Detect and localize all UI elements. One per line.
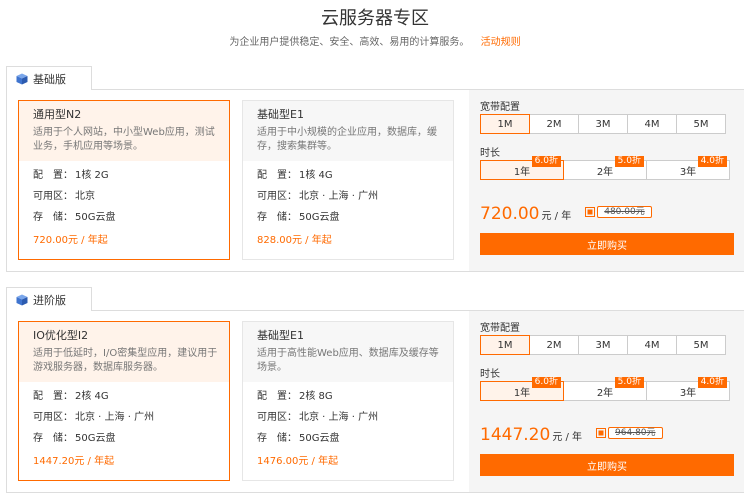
discount-badge: 4.0折 <box>697 377 727 388</box>
spec-row-zone: 可用区： 北京 · 上海 · 广州 <box>257 412 379 423</box>
bandwidth-options: 1M 2M 3M 4M 5M <box>480 114 726 134</box>
rules-link[interactable]: 活动规则 <box>481 37 521 48</box>
bandwidth-option-4m[interactable]: 4M <box>627 335 677 355</box>
card-desc: 适用于中小规模的企业应用，数据库，缓存，搜索集群等。 <box>257 127 437 152</box>
tab-label: 进阶版 <box>33 294 66 307</box>
section-body: IO优化型I2 适用于低延时，I/O密集型应用，建议用于游戏服务器，数据库服务器… <box>6 311 744 493</box>
config-panel: 宽带配置 1M 2M 3M 4M 5M 时长 1年 6.0折 2年 5.0折 3… <box>469 90 744 271</box>
duration-options: 1年 6.0折 2年 5.0折 3年 4.0折 <box>480 156 730 180</box>
price-tag-icon <box>585 207 596 217</box>
page-subtitle-row: 为企业用户提供稳定、安全、高效、易用的计算服务。 活动规则 <box>0 36 750 50</box>
bandwidth-option-2m[interactable]: 2M <box>529 335 579 355</box>
duration-label: 时长 <box>480 369 500 380</box>
card-desc: 适用于个人网站，中小型Web应用，测试业务，手机应用等场景。 <box>33 127 215 152</box>
duration-label: 时长 <box>480 148 500 159</box>
card-price: 1476.00元 / 年起 <box>257 456 339 467</box>
discount-badge: 5.0折 <box>614 156 644 167</box>
original-price-wrap: 964.80元 <box>596 427 663 439</box>
spec-row-zone: 可用区： 北京 · 上海 · 广州 <box>33 412 155 423</box>
original-price-wrap: 480.00元 <box>585 206 652 218</box>
product-card-i2[interactable]: IO优化型I2 适用于低延时，I/O密集型应用，建议用于游戏服务器，数据库服务器… <box>18 321 230 481</box>
bandwidth-option-3m[interactable]: 3M <box>578 335 628 355</box>
config-panel: 宽带配置 1M 2M 3M 4M 5M 时长 1年 6.0折 2年 5.0折 3… <box>469 311 744 492</box>
product-card-e1[interactable]: 基础型E1 适用于高性能Web应用、数据库及缓存等场景。 配 置： 2核 8G 可… <box>242 321 454 481</box>
spec-row-storage: 存 储： 50G云盘 <box>33 212 116 223</box>
price-unit: 元 / 年 <box>552 432 583 443</box>
card-price: 828.00元 / 年起 <box>257 235 332 246</box>
card-header: 基础型E1 适用于高性能Web应用、数据库及缓存等场景。 <box>243 322 453 382</box>
spec-list: 配 置： 1核 2G 可用区： 北京 存 储： 50G云盘 <box>19 169 229 232</box>
tab-label: 基础版 <box>33 73 66 86</box>
card-desc: 适用于低延时，I/O密集型应用，建议用于游戏服务器，数据库服务器。 <box>33 348 218 373</box>
spec-row-zone: 可用区： 北京 · 上海 · 广州 <box>257 191 379 202</box>
bandwidth-option-4m[interactable]: 4M <box>627 114 677 134</box>
bandwidth-option-5m[interactable]: 5M <box>676 114 726 134</box>
card-name: 基础型E1 <box>257 329 304 342</box>
card-name: IO优化型I2 <box>33 329 89 342</box>
card-header: 基础型E1 适用于中小规模的企业应用，数据库，缓存，搜索集群等。 <box>243 101 453 161</box>
page-title: 云服务器专区 <box>321 8 429 29</box>
card-name: 通用型N2 <box>33 108 82 121</box>
spec-row-storage: 存 储： 50G云盘 <box>257 212 340 223</box>
cube-icon <box>16 73 28 85</box>
card-header: IO优化型I2 适用于低延时，I/O密集型应用，建议用于游戏服务器，数据库服务器… <box>19 322 229 382</box>
price-row: 1447.20 元 / 年 964.80元 <box>480 425 663 445</box>
bandwidth-label: 宽带配置 <box>480 102 520 113</box>
duration-options: 1年 6.0折 2年 5.0折 3年 4.0折 <box>480 377 730 401</box>
spec-list: 配 置： 2核 4G 可用区： 北京 · 上海 · 广州 存 储： 50G云盘 <box>19 390 229 453</box>
card-price: 1447.20元 / 年起 <box>33 456 115 467</box>
total-price: 720.00 <box>480 204 540 224</box>
spec-row-storage: 存 储： 50G云盘 <box>257 433 340 444</box>
cube-icon <box>16 294 28 306</box>
discount-badge: 6.0折 <box>531 156 561 167</box>
spec-row-storage: 存 储： 50G云盘 <box>33 433 116 444</box>
total-price: 1447.20 <box>480 425 551 445</box>
bandwidth-label: 宽带配置 <box>480 323 520 334</box>
card-price: 720.00元 / 年起 <box>33 235 108 246</box>
product-card-n2[interactable]: 通用型N2 适用于个人网站，中小型Web应用，测试业务，手机应用等场景。 配 置… <box>18 100 230 260</box>
spec-list: 配 置： 2核 8G 可用区： 北京 · 上海 · 广州 存 储： 50G云盘 <box>243 390 453 453</box>
duration-option-3y[interactable]: 3年 4.0折 <box>646 377 730 401</box>
discount-badge: 6.0折 <box>531 377 561 388</box>
price-unit: 元 / 年 <box>541 211 572 222</box>
card-desc: 适用于高性能Web应用、数据库及缓存等场景。 <box>257 348 439 373</box>
spec-row-config: 配 置： 1核 4G <box>257 170 333 181</box>
bandwidth-options: 1M 2M 3M 4M 5M <box>480 335 726 355</box>
bandwidth-option-3m[interactable]: 3M <box>578 114 628 134</box>
discount-badge: 5.0折 <box>614 377 644 388</box>
duration-option-2y[interactable]: 2年 5.0折 <box>563 377 647 401</box>
duration-option-2y[interactable]: 2年 5.0折 <box>563 156 647 180</box>
bandwidth-option-1m[interactable]: 1M <box>480 335 530 355</box>
page-header: 云服务器专区 为企业用户提供稳定、安全、高效、易用的计算服务。 活动规则 <box>0 6 750 50</box>
spec-row-config: 配 置： 2核 4G <box>33 391 109 402</box>
card-header: 通用型N2 适用于个人网站，中小型Web应用，测试业务，手机应用等场景。 <box>19 101 229 161</box>
bandwidth-option-2m[interactable]: 2M <box>529 114 579 134</box>
section-body: 通用型N2 适用于个人网站，中小型Web应用，测试业务，手机应用等场景。 配 置… <box>6 90 744 272</box>
spec-row-config: 配 置： 2核 8G <box>257 391 333 402</box>
buy-now-button[interactable]: 立即购买 <box>480 233 734 255</box>
spec-row-zone: 可用区： 北京 <box>33 191 95 202</box>
discount-badge: 4.0折 <box>697 156 727 167</box>
duration-option-3y[interactable]: 3年 4.0折 <box>646 156 730 180</box>
original-price: 964.80元 <box>608 427 663 439</box>
price-tag-icon <box>596 428 607 438</box>
product-card-e1[interactable]: 基础型E1 适用于中小规模的企业应用，数据库，缓存，搜索集群等。 配 置： 1核 … <box>242 100 454 260</box>
original-price: 480.00元 <box>597 206 652 218</box>
buy-now-button[interactable]: 立即购买 <box>480 454 734 476</box>
spec-list: 配 置： 1核 4G 可用区： 北京 · 上海 · 广州 存 储： 50G云盘 <box>243 169 453 232</box>
bandwidth-option-5m[interactable]: 5M <box>676 335 726 355</box>
bandwidth-option-1m[interactable]: 1M <box>480 114 530 134</box>
card-name: 基础型E1 <box>257 108 304 121</box>
spec-row-config: 配 置： 1核 2G <box>33 170 109 181</box>
duration-option-1y[interactable]: 1年 6.0折 <box>480 156 564 180</box>
price-row: 720.00 元 / 年 480.00元 <box>480 204 652 224</box>
tab-basic[interactable]: 基础版 <box>6 66 92 90</box>
tab-advanced[interactable]: 进阶版 <box>6 287 92 311</box>
page-subtitle: 为企业用户提供稳定、安全、高效、易用的计算服务。 <box>229 37 470 48</box>
duration-option-1y[interactable]: 1年 6.0折 <box>480 377 564 401</box>
